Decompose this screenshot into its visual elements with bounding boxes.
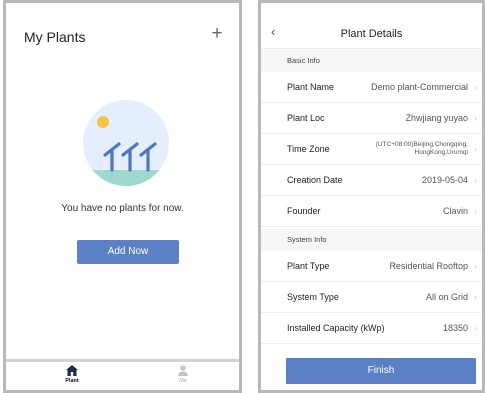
page-title: My Plants (24, 29, 86, 45)
row-label: System Type (287, 292, 339, 302)
row-value: (UTC+08:00)Beijing,Chongqing, HongKong,U… (375, 141, 468, 156)
nav-item-me[interactable]: Me (163, 365, 203, 384)
row-time-zone[interactable]: Time Zone (UTC+08:00)Beijing,Chongqing, … (261, 134, 482, 165)
add-now-button[interactable]: Add Now (77, 240, 179, 264)
chevron-right-icon: › (474, 175, 477, 185)
chevron-right-icon: › (474, 323, 477, 333)
chevron-right-icon: › (474, 113, 477, 123)
row-value: 2019-05-04 (421, 175, 468, 185)
section-header-system-info: System Info (261, 229, 482, 251)
row-value: All on Grid (425, 292, 468, 302)
chevron-right-icon: › (474, 82, 477, 92)
chevron-right-icon: › (474, 292, 477, 302)
row-creation-date[interactable]: Creation Date 2019-05-04 › (261, 165, 482, 196)
empty-plants-illustration (83, 100, 169, 186)
row-label: Founder (287, 206, 321, 216)
row-system-type[interactable]: System Type All on Grid › (261, 282, 482, 313)
row-value: Zhwjiang yuyao (405, 113, 468, 123)
plant-details-header: ‹ Plant Details (261, 3, 482, 49)
row-value: Residential Rooftop (389, 261, 468, 271)
empty-state-message: You have no plants for now. (61, 203, 184, 214)
row-label: Plant Loc (287, 113, 325, 123)
row-plant-name[interactable]: Plant Name Demo plant-Commercial › (261, 72, 482, 103)
solar-panel-icon (103, 142, 121, 172)
nav-item-plant[interactable]: Plant (52, 365, 92, 384)
solar-panel-icon (121, 142, 139, 172)
row-value: Clavin (442, 206, 468, 216)
page-title: Plant Details (340, 28, 403, 40)
row-label: Plant Type (287, 261, 330, 271)
row-label: Time Zone (287, 144, 330, 154)
nav-label-plant: Plant (65, 378, 79, 384)
row-installed-capacity[interactable]: Installed Capacity (kWp) 18350 › (261, 313, 482, 344)
person-icon (178, 365, 188, 376)
my-plants-header: My Plants + (6, 3, 239, 65)
row-founder[interactable]: Founder Clavin › (261, 196, 482, 227)
bottom-nav: Plant Me (6, 359, 239, 390)
home-icon (66, 365, 78, 376)
row-plant-loc[interactable]: Plant Loc Zhwjiang yuyao › (261, 103, 482, 134)
plant-details-screen: ‹ Plant Details Basic Info Plant Name De… (258, 0, 485, 393)
row-value: 18350 (442, 323, 468, 333)
row-label: Creation Date (287, 175, 343, 185)
chevron-right-icon: › (474, 206, 477, 216)
chevron-right-icon: › (474, 261, 477, 271)
finish-button[interactable]: Finish (286, 358, 476, 384)
solar-panel-icon (139, 142, 157, 172)
section-header-basic-info: Basic Info (261, 50, 482, 72)
screenshot-stage: My Plants + You have no plants for now. … (0, 0, 485, 393)
plus-icon[interactable]: + (207, 23, 227, 45)
row-label: Installed Capacity (kWp) (287, 323, 385, 333)
my-plants-screen: My Plants + You have no plants for now. … (3, 0, 242, 393)
row-label: Plant Name (287, 82, 335, 92)
ground-shape (83, 170, 169, 186)
sun-icon (97, 116, 109, 128)
chevron-right-icon: › (474, 144, 477, 154)
row-value: Demo plant-Commercial (370, 82, 468, 92)
nav-label-me: Me (179, 378, 187, 384)
row-plant-type[interactable]: Plant Type Residential Rooftop › (261, 251, 482, 282)
